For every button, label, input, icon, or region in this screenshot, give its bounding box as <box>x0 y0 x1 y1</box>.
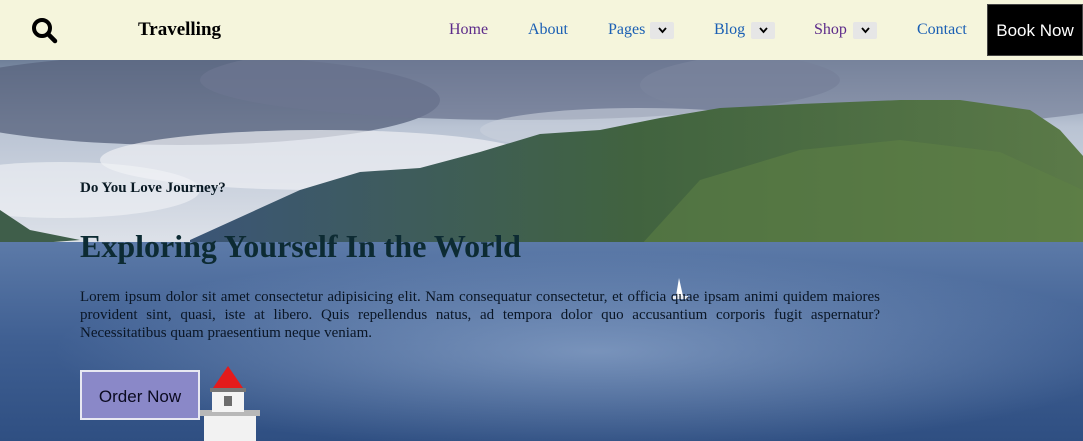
hero-eyebrow: Do You Love Journey? <box>80 180 226 196</box>
hero-section: Do You Love Journey? Exploring Yourself … <box>0 60 1083 441</box>
order-now-button[interactable]: Order Now <box>80 370 200 420</box>
brand-logo[interactable]: Travelling <box>138 19 221 41</box>
nav-link-shop[interactable]: Shop <box>814 21 847 39</box>
shop-dropdown-toggle[interactable] <box>853 22 877 39</box>
top-navbar: Travelling Home About Pages Blog Shop Co… <box>0 0 1083 60</box>
blog-dropdown-toggle[interactable] <box>751 22 775 39</box>
hero-headline: Exploring Yourself In the World <box>80 228 521 264</box>
hero-lead-text: Lorem ipsum dolor sit amet consectetur a… <box>80 289 880 341</box>
nav-link-about[interactable]: About <box>528 21 568 39</box>
search-icon <box>32 18 58 44</box>
pages-dropdown-toggle[interactable] <box>650 22 674 39</box>
chevron-down-icon <box>861 27 870 34</box>
nav-link-blog[interactable]: Blog <box>714 21 745 39</box>
search-button[interactable] <box>30 16 60 46</box>
book-now-button[interactable]: Book Now <box>987 4 1083 56</box>
chevron-down-icon <box>759 27 768 34</box>
nav-link-contact[interactable]: Contact <box>917 21 967 39</box>
chevron-down-icon <box>658 27 667 34</box>
nav-link-home[interactable]: Home <box>449 21 488 39</box>
nav-link-pages[interactable]: Pages <box>608 21 645 39</box>
